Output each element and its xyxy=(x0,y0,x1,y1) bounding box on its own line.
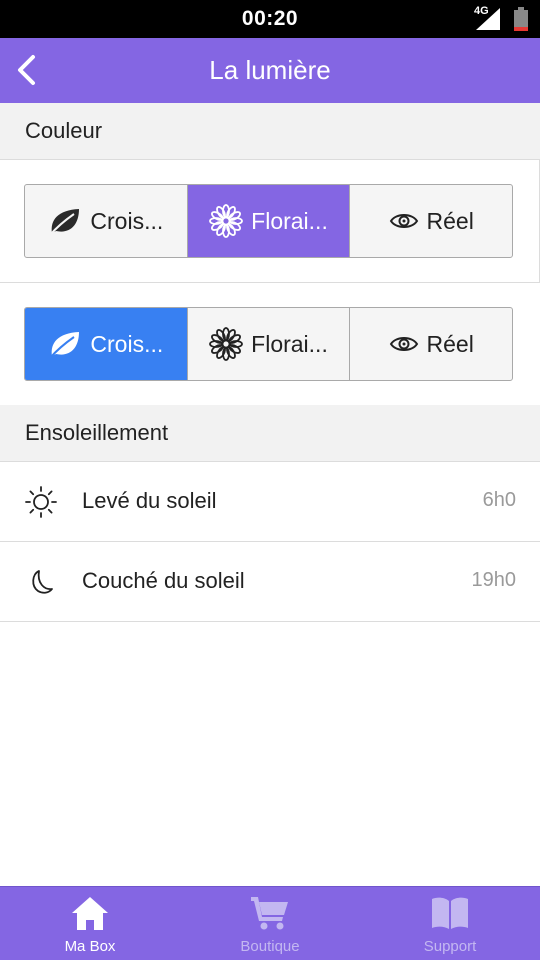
flower-icon xyxy=(209,327,244,361)
color-group-1: Crois... Florai... Réel xyxy=(0,160,540,283)
tab-label: Ma Box xyxy=(64,938,116,955)
tab-label: Boutique xyxy=(240,938,300,955)
color-group-2: Crois... Florai... Réel xyxy=(0,283,540,406)
signal-icon xyxy=(476,8,500,30)
seg-option-floraison[interactable]: Florai... xyxy=(187,185,351,257)
seg-option-label: Réel xyxy=(426,207,474,234)
leaf-icon xyxy=(48,206,82,236)
tab-label: Support xyxy=(423,938,477,955)
sunrise-row[interactable]: Levé du soleil 6h0 xyxy=(0,462,540,542)
leaf-icon xyxy=(48,329,82,359)
section-header-color: Couleur xyxy=(0,103,540,160)
section-header-sun: Ensoleillement xyxy=(0,405,540,462)
seg-option-reel[interactable]: Réel xyxy=(350,308,512,380)
sunrise-label: Levé du soleil xyxy=(82,488,217,513)
status-bar: 00:20 4G xyxy=(0,0,540,38)
sunset-label: Couché du soleil xyxy=(82,568,245,593)
status-time: 00:20 xyxy=(241,7,299,30)
flower-icon xyxy=(209,204,244,238)
seg-option-croissance[interactable]: Crois... xyxy=(25,308,188,380)
seg-option-label: Réel xyxy=(426,330,474,357)
seg-option-label: Florai... xyxy=(251,207,328,234)
sunset-value: 19h0 xyxy=(471,569,517,591)
cart-icon xyxy=(180,895,360,931)
tab-ma-box[interactable]: Ma Box xyxy=(0,887,180,960)
sun-icon xyxy=(24,485,58,519)
tab-boutique[interactable]: Boutique xyxy=(180,887,360,960)
seg-option-floraison[interactable]: Florai... xyxy=(188,308,351,380)
sunrise-value: 6h0 xyxy=(482,489,516,511)
moon-icon xyxy=(24,565,58,599)
page-title: La lumière xyxy=(209,55,331,85)
app-bar: La lumière xyxy=(0,38,540,103)
eye-icon xyxy=(389,210,419,232)
seg-option-label: Crois... xyxy=(90,330,164,357)
segmented-control: Crois... Florai... Réel xyxy=(24,184,513,258)
book-icon xyxy=(360,895,540,931)
seg-option-label: Crois... xyxy=(90,207,164,234)
battery-icon xyxy=(514,7,528,31)
tab-bar: Ma Box Boutique Support xyxy=(0,886,540,960)
seg-option-croissance[interactable]: Crois... xyxy=(25,185,188,257)
sunset-row[interactable]: Couché du soleil 19h0 xyxy=(0,542,540,622)
seg-option-label: Florai... xyxy=(251,330,328,357)
segmented-control: Crois... Florai... Réel xyxy=(24,307,513,381)
seg-option-reel[interactable]: Réel xyxy=(350,185,512,257)
eye-icon xyxy=(389,333,419,355)
tab-support[interactable]: Support xyxy=(360,887,540,960)
home-icon xyxy=(0,895,180,931)
